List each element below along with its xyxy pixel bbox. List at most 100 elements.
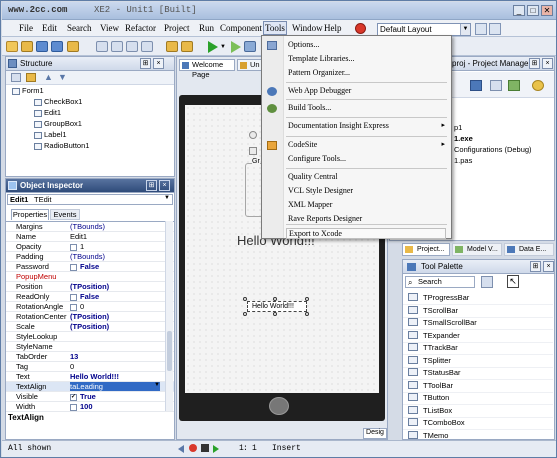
chevron-down-icon[interactable]: ▼ <box>154 382 160 388</box>
property-row[interactable]: ReadOnly False <box>6 292 174 302</box>
palette-search[interactable]: ⌕ Search <box>405 276 475 288</box>
layout-save-icon[interactable] <box>475 23 487 35</box>
menu-run[interactable]: Run <box>199 23 214 33</box>
run-icon[interactable] <box>208 41 218 53</box>
property-value[interactable]: (TBounds) <box>70 222 105 231</box>
property-row[interactable]: Opacity 1 <box>6 242 174 252</box>
property-row[interactable]: StyleLookup <box>6 332 174 342</box>
property-value[interactable]: Hello World!!! <box>70 372 119 381</box>
checkbox-icon[interactable] <box>249 147 257 155</box>
selection-handle[interactable] <box>243 297 247 301</box>
record-icon[interactable] <box>189 444 197 452</box>
pin-icon[interactable]: ⊞ <box>529 58 540 69</box>
save-all-icon[interactable] <box>51 41 63 52</box>
tab-data-explorer[interactable]: Data E... <box>504 243 554 256</box>
prev-icon[interactable] <box>178 445 184 453</box>
tab-model-view[interactable]: Model V... <box>452 243 502 256</box>
collapse-icon[interactable] <box>11 73 21 82</box>
property-value[interactable]: 13 <box>70 352 78 361</box>
property-row[interactable]: TextAlign taLeading ▼ <box>6 382 174 392</box>
minimize-button[interactable]: _ <box>513 5 525 16</box>
project-item[interactable]: 1.exe <box>454 134 473 143</box>
remove-from-project-icon[interactable] <box>181 41 193 52</box>
project-options-icon[interactable] <box>470 80 482 91</box>
tools-menu-item[interactable]: XML Mapper <box>288 200 332 209</box>
close-icon[interactable]: × <box>543 261 554 272</box>
selection-handle[interactable] <box>305 312 309 316</box>
stop-icon[interactable] <box>201 444 209 452</box>
close-icon[interactable]: × <box>542 58 553 69</box>
property-value[interactable]: taLeading <box>70 382 160 391</box>
pin-icon[interactable]: ⊞ <box>140 58 151 69</box>
move-down-icon[interactable]: ▼ <box>58 72 67 82</box>
palette-item[interactable]: TMemo <box>403 428 553 439</box>
menu-view[interactable]: View <box>100 23 119 33</box>
tree-item[interactable]: Label1 <box>34 130 67 139</box>
property-row[interactable]: Password False <box>6 262 174 272</box>
property-value[interactable]: Edit1 <box>70 232 87 241</box>
menu-project[interactable]: Project <box>164 23 190 33</box>
property-row[interactable]: TabOrder 13 <box>6 352 174 362</box>
inspector-selector[interactable]: Edit1 TEdit ▼ <box>7 194 173 205</box>
tools-menu-item[interactable]: Pattern Organizer... <box>288 68 350 77</box>
run-no-debug-icon[interactable] <box>231 41 241 53</box>
property-row[interactable]: Tag 0 <box>6 362 174 372</box>
property-row[interactable]: StyleName <box>6 342 174 352</box>
move-up-icon[interactable]: ▲ <box>44 72 53 82</box>
property-row[interactable]: PopupMenu <box>6 272 174 282</box>
scrollbar-thumb[interactable] <box>167 331 172 371</box>
selection-handle[interactable] <box>243 312 247 316</box>
new-form-icon[interactable] <box>141 41 153 52</box>
help-ring-icon[interactable] <box>355 23 366 34</box>
view-form-icon[interactable] <box>126 41 138 52</box>
save-icon[interactable] <box>36 41 48 52</box>
menu-edit[interactable]: Edit <box>42 23 57 33</box>
checkbox-icon[interactable] <box>70 403 77 411</box>
tools-menu-item[interactable]: Options... <box>288 40 319 49</box>
palette-category-icon[interactable] <box>481 276 493 288</box>
tools-menu-item[interactable]: Build Tools... <box>288 103 331 112</box>
maximize-button[interactable]: □ <box>527 5 539 16</box>
project-item[interactable]: p1 <box>454 123 462 132</box>
close-button[interactable]: ✕ <box>541 5 553 16</box>
property-value[interactable]: (TPosition) <box>70 312 109 321</box>
pause-icon[interactable] <box>244 41 256 52</box>
tree-item[interactable]: GroupBox1 <box>34 119 82 128</box>
tools-menu-item[interactable]: Documentation Insight Express <box>288 121 389 130</box>
layout-settings-icon[interactable] <box>489 23 501 35</box>
tab-design[interactable]: Desig <box>363 428 387 439</box>
activate-icon[interactable] <box>490 80 502 91</box>
checkbox-icon[interactable] <box>70 303 77 311</box>
close-icon[interactable]: × <box>159 180 170 191</box>
inspector-scrollbar[interactable] <box>165 221 173 411</box>
pin-icon[interactable]: ⊞ <box>530 261 541 272</box>
tree-item[interactable]: CheckBox1 <box>34 97 82 106</box>
project-item[interactable]: 1.pas <box>454 156 472 165</box>
property-value[interactable]: (TBounds) <box>70 252 105 261</box>
menu-refactor[interactable]: Refactor <box>125 23 156 33</box>
menu-component[interactable]: Component <box>220 23 262 33</box>
sync-icon[interactable] <box>508 80 520 91</box>
property-row[interactable]: Visible ✓ True <box>6 392 174 402</box>
new-file-icon[interactable] <box>6 41 18 52</box>
property-value[interactable]: (TPosition) <box>70 322 109 331</box>
property-row[interactable]: RotationAngle 0 <box>6 302 174 312</box>
tools-menu-item[interactable]: Web App Debugger <box>288 86 351 95</box>
pointer-tool-icon[interactable]: ↖ <box>507 275 519 288</box>
menu-window[interactable]: Window <box>292 23 323 33</box>
tools-menu-item[interactable]: Quality Central <box>288 172 338 181</box>
chevron-down-icon[interactable]: ▼ <box>164 195 170 201</box>
tools-menu-item[interactable]: Configure Tools... <box>288 154 346 163</box>
menu-tools[interactable]: Tools <box>263 21 287 35</box>
selection-handle[interactable] <box>305 297 309 301</box>
menu-search[interactable]: Search <box>67 23 92 33</box>
property-row[interactable]: Margins (TBounds) <box>6 222 174 232</box>
property-row[interactable]: Position (TPosition) <box>6 282 174 292</box>
tools-menu-item[interactable]: Export to Xcode <box>286 228 446 239</box>
property-value[interactable]: 1 <box>70 242 84 251</box>
selection-handle[interactable] <box>273 312 277 316</box>
view-unit-icon[interactable] <box>111 41 123 52</box>
selection-handle[interactable] <box>273 297 277 301</box>
tools-menu-item[interactable]: CodeSite <box>288 140 317 149</box>
property-row[interactable]: Text Hello World!!! <box>6 372 174 382</box>
